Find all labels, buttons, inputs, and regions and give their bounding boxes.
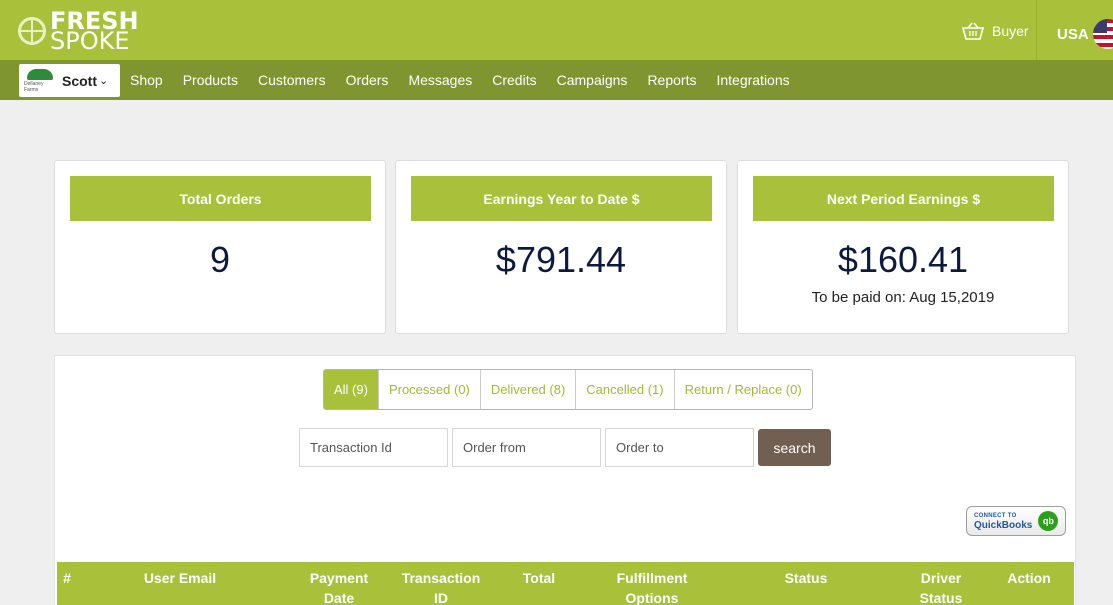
nav-item-customers[interactable]: Customers xyxy=(248,72,336,88)
column-header-status[interactable]: Status xyxy=(776,568,836,588)
order-from-input[interactable] xyxy=(452,428,601,467)
account-menu[interactable]: Dellaney Farms Scott ⌄ xyxy=(19,64,120,97)
quickbooks-icon: qb xyxy=(1038,511,1059,531)
nav-item-reports[interactable]: Reports xyxy=(637,72,706,88)
fresh-spoke-logo[interactable]: FRESH SPOKE xyxy=(18,8,148,54)
filter-delivered[interactable]: Delivered (8) xyxy=(481,370,577,409)
filter-all[interactable]: All (9) xyxy=(324,370,379,409)
bicycle-wheel-icon xyxy=(18,17,46,45)
region-label: USA xyxy=(1057,25,1089,43)
stat-card-value: $160.41 xyxy=(837,239,969,280)
nav-item-shop[interactable]: Shop xyxy=(120,72,173,88)
column-header-transaction-id[interactable]: Transaction ID xyxy=(391,568,491,605)
nav-item-products[interactable]: Products xyxy=(173,72,248,88)
nav-items: Shop Products Customers Orders Messages … xyxy=(120,60,800,100)
transaction-id-input[interactable] xyxy=(299,428,448,467)
nav-item-messages[interactable]: Messages xyxy=(398,72,482,88)
filter-cancelled[interactable]: Cancelled (1) xyxy=(576,370,675,409)
orders-table-header: # User Email Payment Date Transaction ID T… xyxy=(57,562,1074,605)
stat-card-next-period: Next Period Earnings $ $160.41 To be pai… xyxy=(737,160,1069,334)
order-status-filters: All (9) Processed (0) Delivered (8) Canc… xyxy=(323,369,813,410)
buyer-link[interactable]: Buyer xyxy=(962,19,1029,43)
column-header-action[interactable]: Action xyxy=(999,568,1059,588)
quickbooks-text: CONNECT TO QuickBooks xyxy=(974,513,1033,531)
connect-quickbooks-button[interactable]: CONNECT TO QuickBooks qb xyxy=(966,506,1066,536)
basket-icon xyxy=(962,22,984,40)
stat-card-title: Next Period Earnings $ xyxy=(753,176,1054,221)
column-header-payment-date[interactable]: Payment Date xyxy=(299,568,379,605)
chevron-down-icon: ⌄ xyxy=(99,75,109,87)
top-bar xyxy=(0,0,1113,60)
filter-processed[interactable]: Processed (0) xyxy=(379,370,481,409)
filter-return-replace[interactable]: Return / Replace (0) xyxy=(675,370,812,409)
nav-item-campaigns[interactable]: Campaigns xyxy=(547,72,638,88)
nav-item-integrations[interactable]: Integrations xyxy=(706,72,799,88)
nav-item-orders[interactable]: Orders xyxy=(336,72,399,88)
buyer-label: Buyer xyxy=(992,23,1029,39)
region-selector[interactable]: USA xyxy=(1057,19,1113,49)
order-to-input[interactable] xyxy=(605,428,754,467)
farm-logo-icon: Dellaney Farms xyxy=(24,68,56,93)
stat-card-total-orders: Total Orders 9 xyxy=(54,160,386,334)
account-name: Scott xyxy=(62,72,97,89)
search-button[interactable]: search xyxy=(758,429,831,466)
stat-card-title: Earnings Year to Date $ xyxy=(411,176,712,221)
stat-card-title: Total Orders xyxy=(70,176,371,221)
column-header-total[interactable]: Total xyxy=(509,568,569,588)
stat-card-earnings-ytd: Earnings Year to Date $ $791.44 xyxy=(395,160,727,334)
logo-line-2: SPOKE xyxy=(50,27,130,55)
payout-date-text: To be paid on: Aug 15,2019 xyxy=(811,289,995,306)
logo-text: FRESH SPOKE xyxy=(50,9,139,55)
nav-item-credits[interactable]: Credits xyxy=(482,72,546,88)
header-divider xyxy=(1036,0,1037,60)
stat-card-value: 9 xyxy=(209,239,231,280)
column-header-driver-status[interactable]: Driver Status xyxy=(909,568,973,605)
column-header-fulfillment-options[interactable]: Fulfillment Options xyxy=(602,568,702,605)
column-header-user-email[interactable]: User Email xyxy=(130,568,230,588)
stat-card-value: $791.44 xyxy=(495,239,627,280)
us-flag-icon xyxy=(1092,19,1113,49)
column-header-number[interactable]: # xyxy=(59,568,75,588)
